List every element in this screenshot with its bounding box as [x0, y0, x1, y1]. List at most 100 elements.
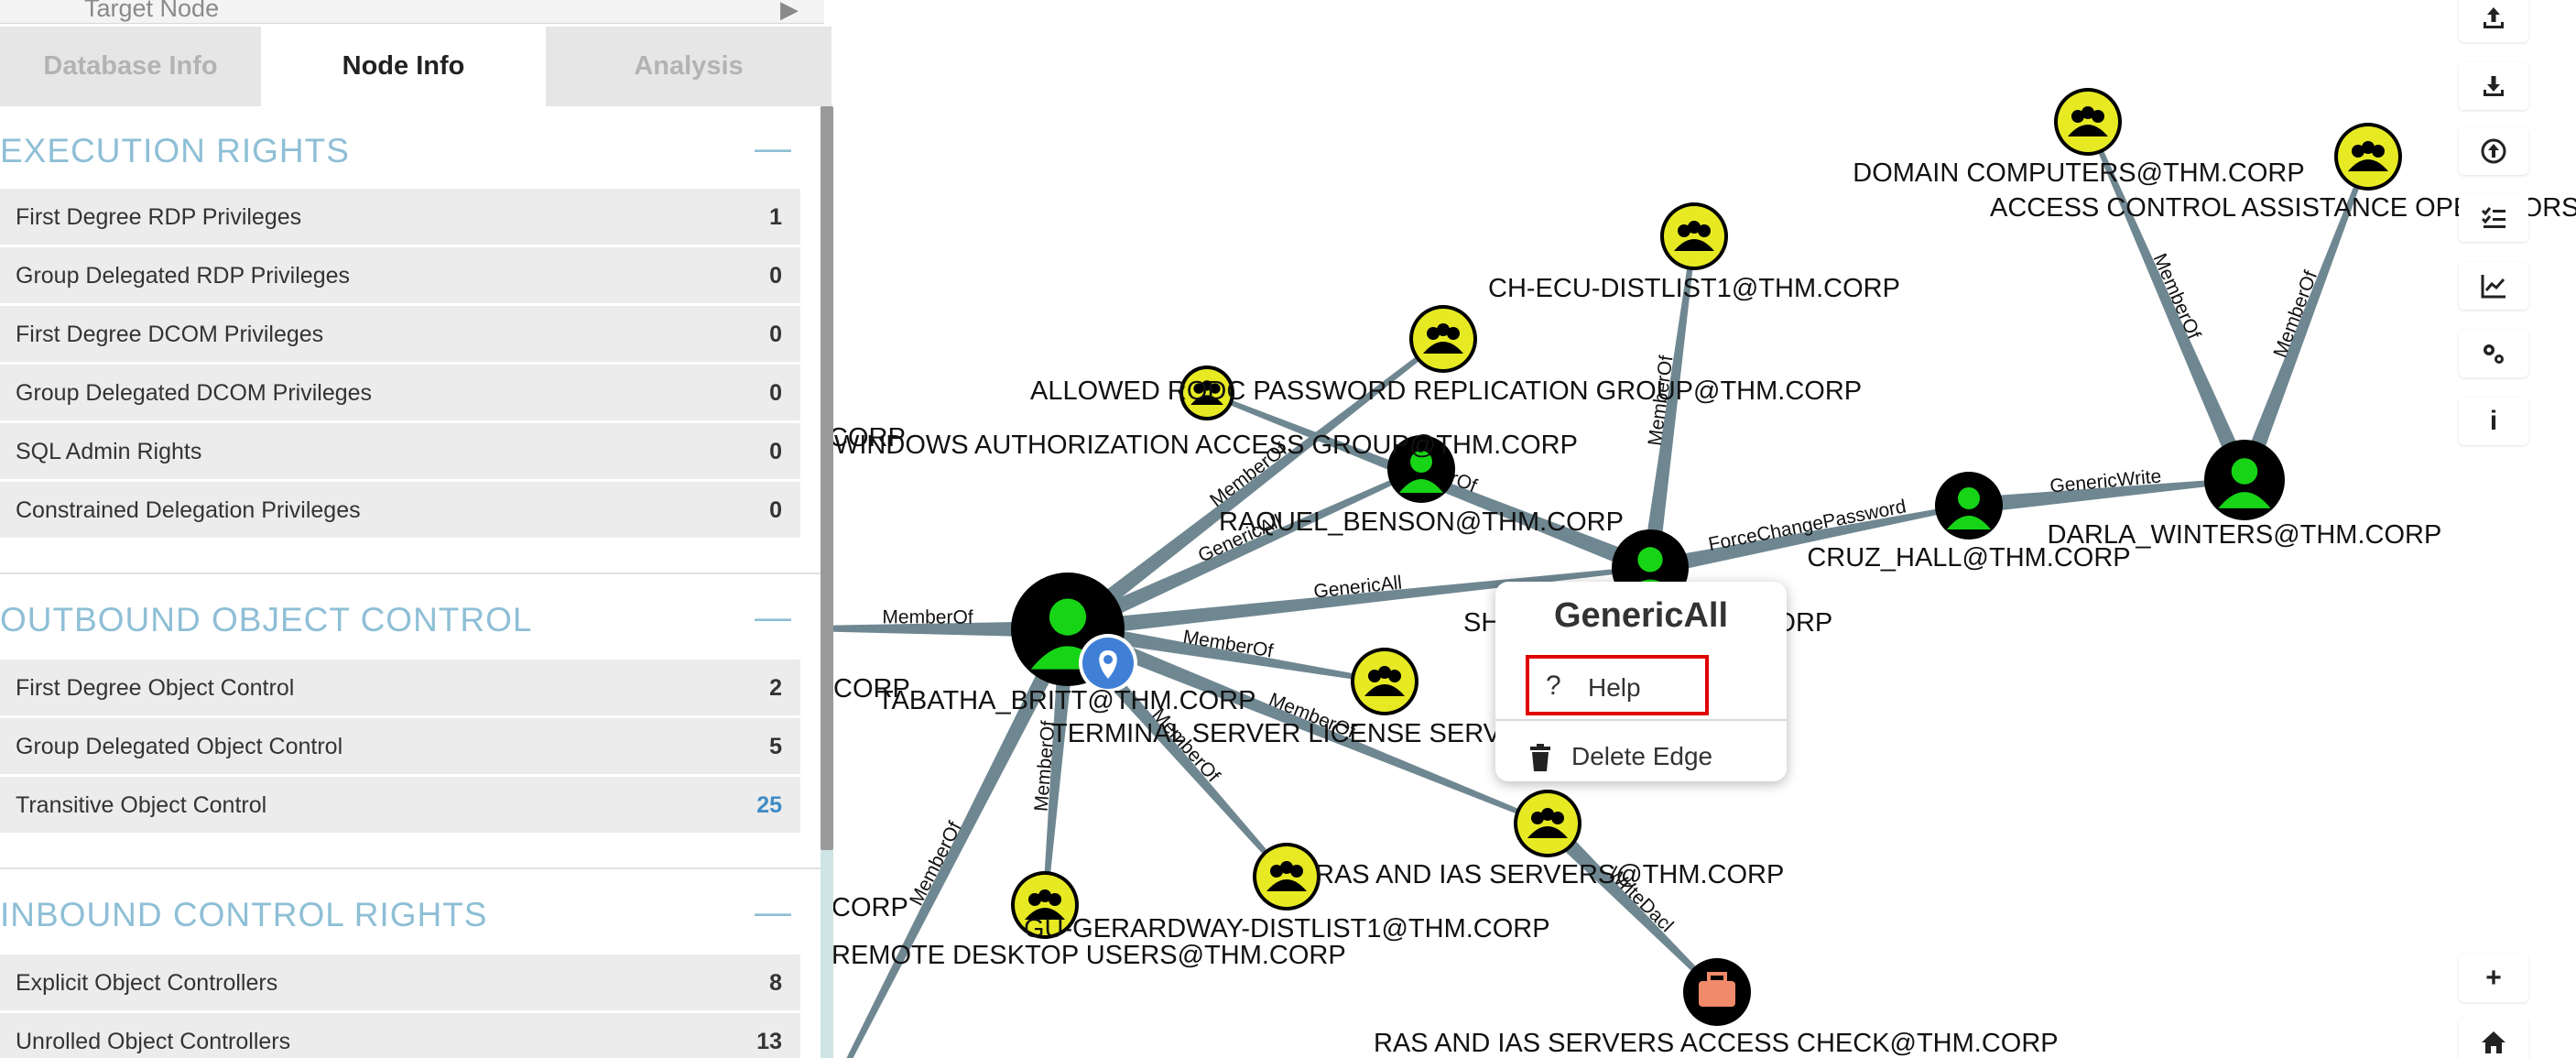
row-group-delegated-rdp[interactable]: Group Delegated RDP Privileges 0 — [0, 247, 800, 305]
row-label: First Degree DCOM Privileges — [16, 322, 324, 347]
node-label[interactable]: DOMAIN COMPUTERS@THM.CORP — [1853, 158, 2304, 188]
graph-node-group[interactable] — [2334, 123, 2402, 191]
graph-node-group[interactable] — [1253, 843, 1321, 911]
row-label: Unrolled Object Controllers — [16, 1029, 291, 1054]
row-label: First Degree Object Control — [16, 675, 295, 701]
node-label[interactable]: WINDOWS AUTHORIZATION ACCESS GROUP@THM.C… — [834, 431, 1578, 460]
node-info-panel: Target Node ▶ Database Info Node Info An… — [0, 0, 833, 1058]
zoom-in-button[interactable]: + — [2459, 954, 2528, 1002]
tab-analysis[interactable]: Analysis — [546, 27, 831, 106]
row-label: Constrained Delegation Privileges — [16, 497, 361, 523]
node-label[interactable]: CH-ECU-DISTLIST1@THM.CORP — [1488, 274, 1900, 303]
graph-node-group[interactable] — [1351, 648, 1418, 715]
edge-label: MemberOf — [882, 606, 973, 627]
row-explicit-object-controllers[interactable]: Explicit Object Controllers 8 — [0, 954, 800, 1012]
delete-edge-label: Delete Edge — [1571, 742, 1713, 770]
graph-node-container[interactable] — [1683, 958, 1751, 1026]
question-icon: ? — [1546, 671, 1561, 701]
row-count[interactable]: 0 — [769, 380, 782, 407]
panel-tabs: Database Info Node Info Analysis — [0, 27, 831, 106]
help-menu-item[interactable]: ? Help — [1526, 655, 1709, 715]
row-count[interactable]: 0 — [769, 497, 782, 524]
delete-edge-menu-item[interactable]: Delete Edge — [1526, 726, 1773, 787]
edge-context-menu: GenericAll ? Help Delete Edge — [1495, 582, 1787, 781]
row-first-degree-dcom[interactable]: First Degree DCOM Privileges 0 — [0, 306, 800, 364]
section-title: EXECUTION RIGHTS — [0, 132, 350, 169]
section-inbound-control-rights[interactable]: INBOUND CONTROL RIGHTS — — [0, 892, 802, 951]
node-label[interactable]: RAS AND IAS SERVERS@THM.CORP — [1315, 860, 1784, 889]
trash-icon — [1530, 744, 1550, 771]
tab-node-info[interactable]: Node Info — [261, 27, 546, 106]
row-count[interactable]: 0 — [769, 439, 782, 465]
row-count[interactable]: 13 — [756, 1029, 782, 1055]
node-label[interactable]: CORP — [831, 893, 908, 922]
node-label[interactable]: CORP — [829, 423, 906, 453]
row-count[interactable]: 5 — [769, 734, 782, 760]
upload-icon — [2484, 7, 2504, 28]
row-count[interactable]: 2 — [769, 675, 782, 702]
row-transitive-object-control[interactable]: Transitive Object Control 25 — [0, 777, 800, 834]
export-button[interactable] — [2459, 62, 2528, 110]
row-sql-admin-rights[interactable]: SQL Admin Rights 0 — [0, 423, 800, 481]
node-label[interactable]: TABATHA_BRITT@THM.CORP — [877, 686, 1255, 715]
node-label[interactable]: DARLA_WINTERS@THM.CORP — [2048, 520, 2442, 550]
node-label[interactable]: REMOTE DESKTOP USERS@THM.CORP — [831, 941, 1346, 970]
row-label: Explicit Object Controllers — [16, 970, 278, 996]
row-count[interactable]: 0 — [769, 263, 782, 289]
row-unrolled-object-controllers[interactable]: Unrolled Object Controllers 13 — [0, 1013, 800, 1058]
about-button[interactable]: i — [2459, 398, 2528, 445]
section-outbound-object-control[interactable]: OUTBOUND OBJECT CONTROL — — [0, 597, 802, 656]
row-count[interactable]: 25 — [756, 792, 782, 819]
row-label: Group Delegated DCOM Privileges — [16, 380, 373, 406]
row-label: SQL Admin Rights — [16, 439, 202, 464]
graph-node-group[interactable] — [1409, 305, 1477, 373]
collapse-icon[interactable]: — — [755, 892, 791, 933]
import-button[interactable] — [2459, 127, 2528, 175]
row-first-degree-rdp[interactable]: First Degree RDP Privileges 1 — [0, 189, 800, 246]
graph-node-group[interactable] — [2054, 88, 2122, 156]
queries-button[interactable] — [2459, 194, 2528, 242]
graph-node-group[interactable] — [1660, 202, 1728, 270]
tab-database-info[interactable]: Database Info — [0, 27, 261, 106]
node-label[interactable]: GU-GERARDWAY-DISTLIST1@THM.CORP — [1024, 914, 1550, 943]
graph-node-group[interactable] — [1514, 790, 1581, 857]
target-node-row[interactable]: Target Node ▶ — [0, 0, 824, 24]
owned-marker-icon — [1079, 634, 1137, 693]
section-execution-rights[interactable]: EXECUTION RIGHTS — — [0, 128, 802, 187]
collapse-icon[interactable]: — — [755, 597, 791, 638]
graph-node-user[interactable] — [1935, 472, 2003, 540]
node-label[interactable]: ALLOWED RODC PASSWORD REPLICATION GROUP@… — [1030, 376, 1862, 406]
expand-arrow-icon[interactable]: ▶ — [780, 0, 799, 24]
menu-separator — [1495, 719, 1787, 721]
checklist-icon — [2481, 207, 2505, 228]
target-node-label: Target Node — [84, 0, 220, 22]
upload-button[interactable] — [2459, 0, 2528, 42]
graph-node-user[interactable] — [2204, 440, 2285, 520]
graph-stats-button[interactable] — [2459, 262, 2528, 310]
row-count[interactable]: 8 — [769, 970, 782, 997]
node-label[interactable]: CORP — [833, 674, 910, 704]
import-icon — [2481, 138, 2506, 164]
info-icon: i — [2489, 406, 2498, 436]
home-icon — [2482, 1031, 2505, 1053]
node-label[interactable]: RAS AND IAS SERVERS ACCESS CHECK@THM.COR… — [1374, 1029, 2059, 1058]
collapse-icon[interactable]: — — [755, 128, 791, 169]
row-count[interactable]: 1 — [769, 204, 782, 231]
node-label[interactable]: RAQUEL_BENSON@THM.CORP — [1219, 507, 1624, 537]
node-info-content: EXECUTION RIGHTS — First Degree RDP Priv… — [0, 106, 833, 1058]
download-icon — [2484, 76, 2504, 96]
row-label: First Degree RDP Privileges — [16, 204, 302, 230]
section-title: INBOUND CONTROL RIGHTS — [0, 896, 488, 933]
section-title: OUTBOUND OBJECT CONTROL — [0, 601, 533, 638]
row-group-delegated-object-control[interactable]: Group Delegated Object Control 5 — [0, 718, 800, 776]
panel-scrollbar-thumb[interactable] — [821, 106, 833, 850]
row-first-degree-object-control[interactable]: First Degree Object Control 2 — [0, 660, 800, 717]
settings-button[interactable] — [2459, 330, 2528, 377]
zoom-in-icon: + — [2485, 963, 2502, 993]
context-menu-title: GenericAll — [1553, 596, 1729, 635]
row-label: Transitive Object Control — [16, 792, 267, 818]
home-button[interactable] — [2459, 1019, 2528, 1058]
row-count[interactable]: 0 — [769, 322, 782, 348]
row-constrained-delegation[interactable]: Constrained Delegation Privileges 0 — [0, 482, 800, 540]
row-group-delegated-dcom[interactable]: Group Delegated DCOM Privileges 0 — [0, 365, 800, 422]
